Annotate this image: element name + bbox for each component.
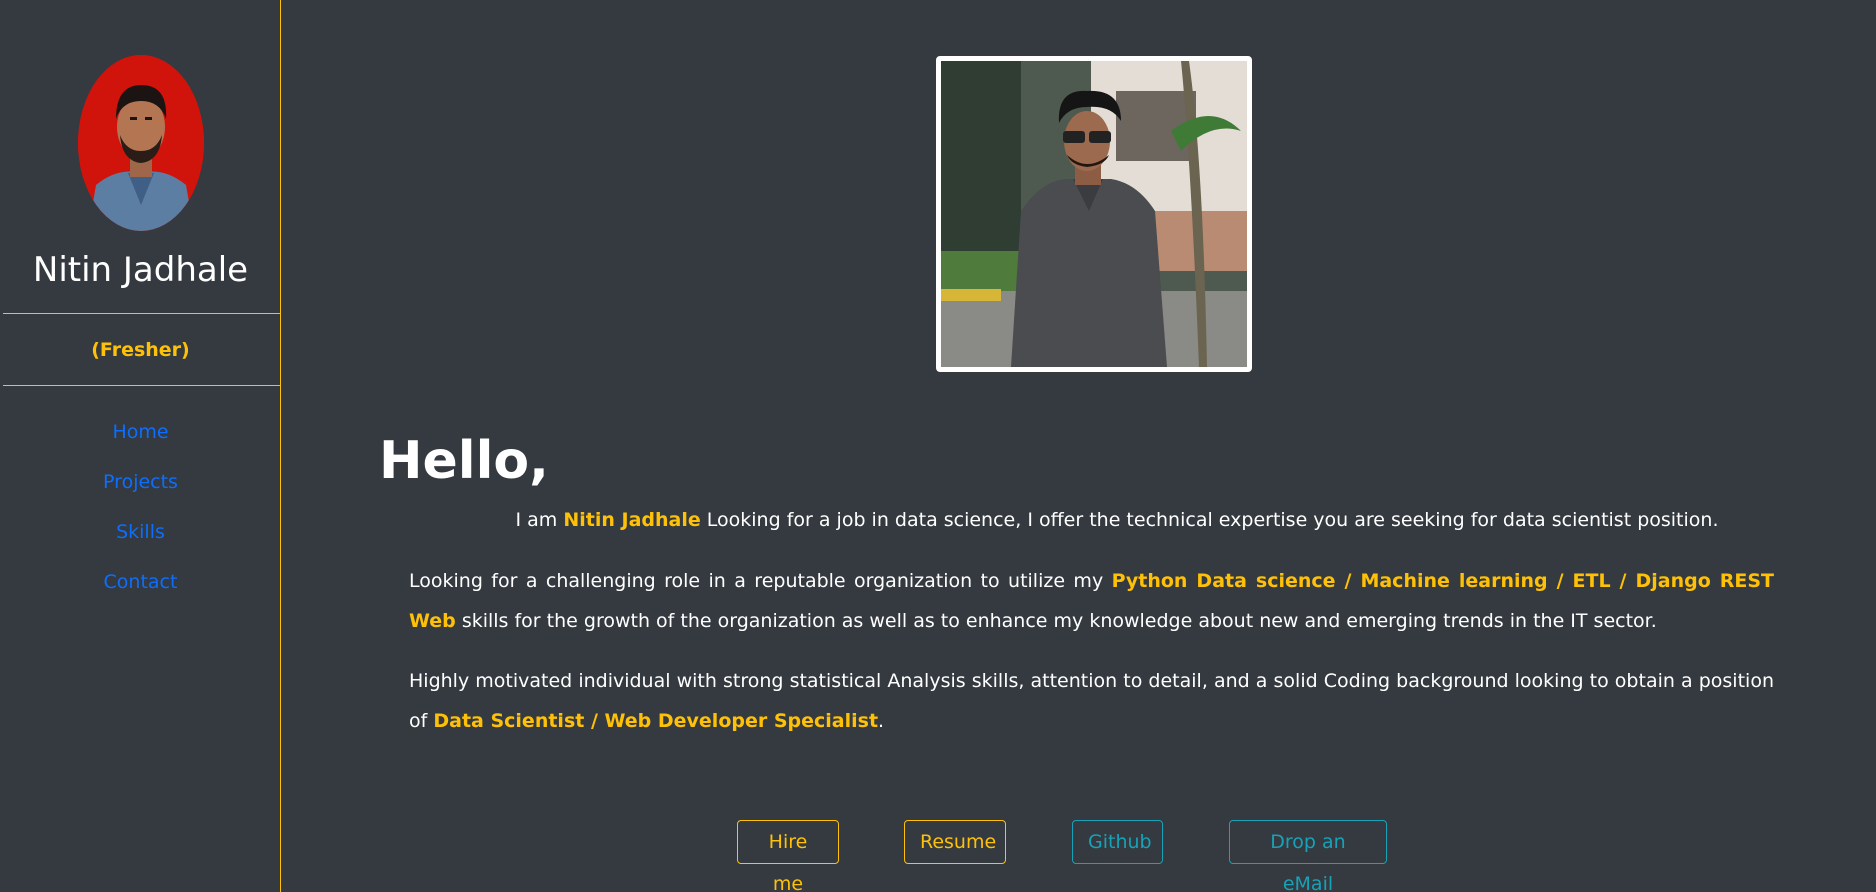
sidebar: Nitin Jadhale (Fresher) Home Projects Sk… bbox=[0, 0, 281, 892]
sidebar-name: Nitin Jadhale bbox=[32, 250, 249, 290]
greeting-heading: Hello, bbox=[379, 431, 549, 491]
intro-suffix: Looking for a job in data science, I off… bbox=[700, 509, 1719, 531]
main-content: Hello, I am Nitin Jadhale Looking for a … bbox=[282, 0, 1876, 892]
portfolio-page: Nitin Jadhale (Fresher) Home Projects Sk… bbox=[0, 0, 1876, 892]
nav-link-skills[interactable]: Skills bbox=[0, 518, 281, 568]
summary-position: Data Scientist / Web Developer Specialis… bbox=[433, 710, 879, 732]
hero-photo-image bbox=[941, 61, 1247, 367]
sidebar-divider-bottom bbox=[3, 385, 281, 386]
nav-link-home[interactable]: Home bbox=[0, 418, 281, 468]
sidebar-avatar bbox=[78, 55, 204, 231]
intro-line: I am Nitin Jadhale Looking for a job in … bbox=[282, 506, 1772, 534]
resume-button[interactable]: Resume bbox=[904, 820, 1006, 864]
github-button[interactable]: Github bbox=[1072, 820, 1163, 864]
objective-text-after: skills for the growth of the organizatio… bbox=[455, 610, 1657, 632]
summary-text-after: . bbox=[878, 710, 885, 732]
nav-link-projects[interactable]: Projects bbox=[0, 468, 281, 518]
avatar-image bbox=[78, 55, 204, 231]
email-button[interactable]: Drop an eMail bbox=[1229, 820, 1387, 892]
summary-paragraph: Highly motivated individual with strong … bbox=[409, 661, 1774, 741]
intro-name: Nitin Jadhale bbox=[563, 509, 701, 531]
hire-me-button[interactable]: Hire me bbox=[737, 820, 839, 892]
objective-text-before: Looking for a challenging role in a repu… bbox=[409, 570, 1112, 592]
hero-photo bbox=[936, 56, 1252, 372]
sidebar-status: (Fresher) bbox=[91, 339, 190, 361]
sidebar-nav: Home Projects Skills Contact bbox=[0, 418, 281, 618]
sidebar-divider-top bbox=[3, 313, 281, 314]
nav-link-contact[interactable]: Contact bbox=[0, 568, 281, 618]
intro-prefix: I am bbox=[515, 509, 564, 531]
objective-paragraph: Looking for a challenging role in a repu… bbox=[409, 561, 1774, 641]
